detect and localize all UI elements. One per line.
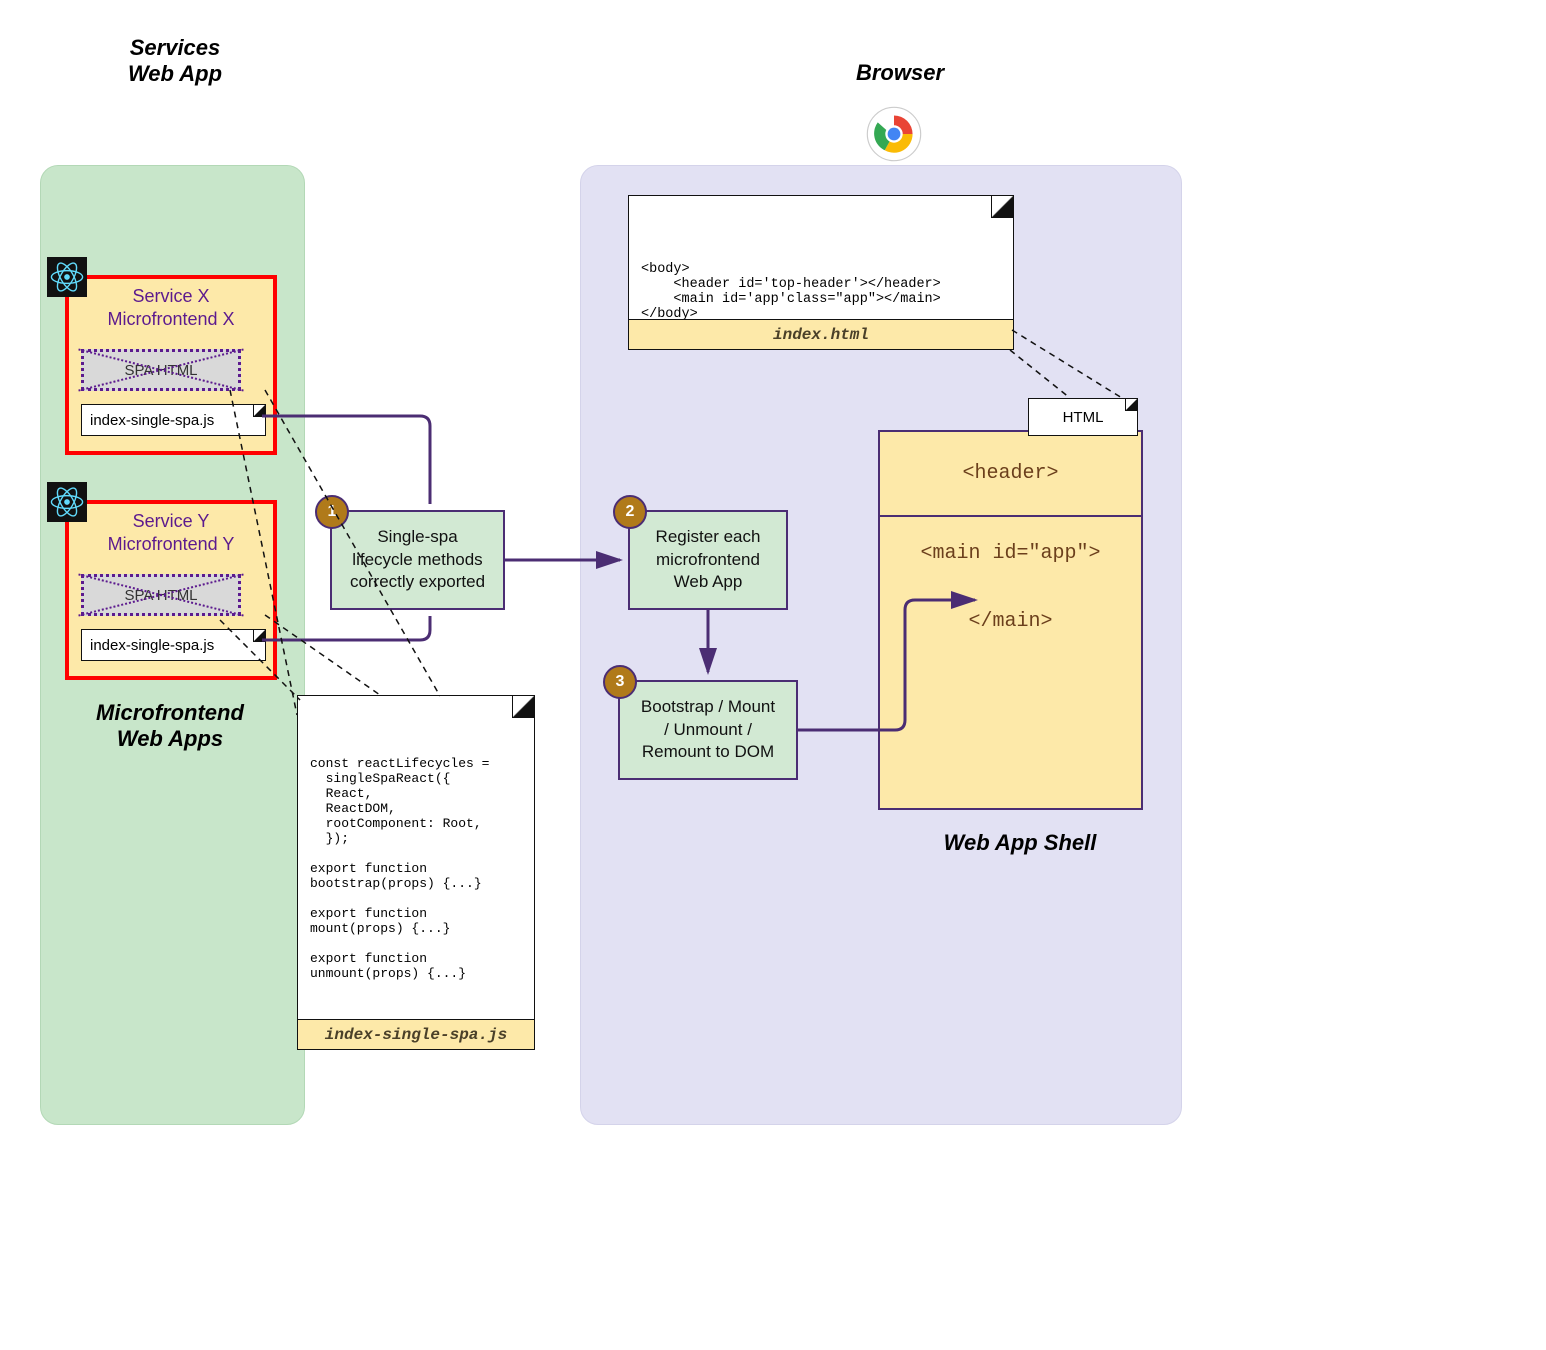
step-2-label: Register each microfrontend Web App — [656, 526, 761, 595]
react-icon — [47, 482, 87, 522]
step-1-label: Single-spa lifecycle methods correctly e… — [350, 526, 485, 595]
web-app-shell-box: <header> <main id="app"> </main> — [878, 430, 1143, 810]
html-chip-label: HTML — [1063, 409, 1104, 426]
shell-main-open: <main id="app"> — [898, 535, 1123, 573]
microfrontend-y-box: Service Y Microfrontend Y SPA HTML index… — [65, 500, 277, 680]
microfrontend-x-box: Service X Microfrontend X SPA HTML index… — [65, 275, 277, 455]
chrome-icon — [865, 105, 923, 163]
file-label: index-single-spa.js — [90, 637, 214, 654]
mf-y-title: Service Y Microfrontend Y — [69, 510, 273, 557]
shell-main-cell: <main id="app"> </main> — [880, 517, 1141, 659]
step-3-badge: 3 — [603, 665, 637, 699]
step-3-box: 3 Bootstrap / Mount / Unmount / Remount … — [618, 680, 798, 780]
shell-main-close: </main> — [898, 603, 1123, 641]
step-1-box: 1 Single-spa lifecycle methods correctly… — [330, 510, 505, 610]
spa-html-chip: SPA HTML — [81, 574, 241, 616]
file-label: index-single-spa.js — [90, 412, 214, 429]
step-2-badge: 2 — [613, 495, 647, 529]
code-body: const reactLifecycles = singleSpaReact({… — [310, 756, 522, 981]
step-1-badge: 1 — [315, 495, 349, 529]
code-file-label: index-single-spa.js — [298, 1019, 534, 1049]
browser-title: Browser — [810, 60, 990, 86]
index-html-label: index.html — [629, 319, 1013, 349]
mf-x-title: Service X Microfrontend X — [69, 285, 273, 332]
code-doc: const reactLifecycles = singleSpaReact({… — [297, 695, 535, 1050]
index-single-spa-file: index-single-spa.js — [81, 629, 266, 661]
step-2-box: 2 Register each microfrontend Web App — [628, 510, 788, 610]
index-single-spa-file: index-single-spa.js — [81, 404, 266, 436]
microfrontends-title: Microfrontend Web Apps — [70, 700, 270, 752]
index-html-body: <body> <header id='top-header'></header>… — [641, 262, 1001, 322]
shell-header-cell: <header> — [880, 432, 1141, 517]
spa-html-label: SPA HTML — [124, 587, 197, 604]
spa-html-chip: SPA HTML — [81, 349, 241, 391]
html-file-chip: HTML — [1028, 398, 1138, 436]
index-html-doc: <body> <header id='top-header'></header>… — [628, 195, 1014, 350]
services-title: Services Web App — [85, 35, 265, 87]
spa-html-label: SPA HTML — [124, 362, 197, 379]
step-3-label: Bootstrap / Mount / Unmount / Remount to… — [641, 696, 775, 765]
react-icon — [47, 257, 87, 297]
web-app-shell-title: Web App Shell — [920, 830, 1120, 856]
